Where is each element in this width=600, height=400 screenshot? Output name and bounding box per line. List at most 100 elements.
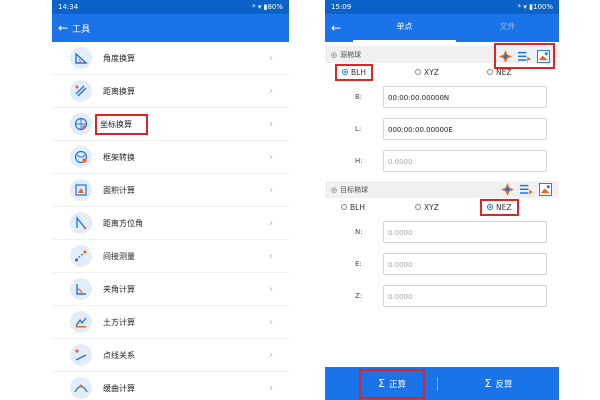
target-field-input[interactable]: 0.0000 bbox=[383, 285, 547, 307]
radio-indicator bbox=[415, 204, 421, 210]
source-radio-nez[interactable]: NEZ bbox=[487, 68, 512, 77]
source-field-label: B: bbox=[355, 93, 363, 101]
tools-list-item-label: 土方计算 bbox=[103, 317, 135, 327]
coordinate-convert-icon bbox=[70, 113, 92, 135]
target-field-input[interactable]: 0.0000 bbox=[383, 221, 547, 243]
source-field-input[interactable]: 00:00:00.00000N bbox=[383, 86, 547, 108]
target-fields: N: 0.0000 E: 0.0000 Z: 0.0000 bbox=[325, 216, 559, 312]
status-time: 14:34 bbox=[58, 3, 79, 11]
bottom-action-bar: Σ 正算 Σ 反算 bbox=[325, 367, 559, 400]
target-field-label: Z: bbox=[355, 292, 363, 300]
source-ellipsoid-header: ◎ 源椭球 bbox=[325, 43, 559, 69]
frame-transform-icon bbox=[70, 146, 92, 168]
source-field-input[interactable]: 0.0000 bbox=[383, 150, 547, 172]
page-title: 工具 bbox=[72, 24, 91, 35]
tools-list-item[interactable]: 缓曲计算 › bbox=[52, 372, 289, 400]
target-radio-blh[interactable]: BLH bbox=[341, 203, 365, 212]
inverse-calc-label: 反算 bbox=[495, 379, 513, 390]
target-radio-nez[interactable]: NEZ bbox=[480, 198, 519, 216]
source-field-label: L: bbox=[355, 125, 362, 133]
target-tools bbox=[498, 178, 555, 200]
tools-list-item[interactable]: 框架转换 › bbox=[52, 141, 289, 174]
tools-list-item-label: 距离方位角 bbox=[103, 218, 143, 228]
source-field-row: L: 000:00:00.00000E bbox=[325, 113, 559, 145]
radio-label: XYZ bbox=[424, 202, 439, 212]
angle-convert-icon bbox=[70, 47, 92, 69]
tools-list-item[interactable]: 点线关系 › bbox=[52, 339, 289, 372]
tab-single-point[interactable]: 单点 bbox=[353, 14, 456, 42]
area-calc-icon bbox=[70, 179, 92, 201]
chevron-right-icon: › bbox=[269, 382, 273, 394]
source-field-label: H: bbox=[355, 157, 363, 165]
target-radio-xyz[interactable]: XYZ bbox=[415, 203, 439, 212]
chevron-right-icon: › bbox=[269, 283, 273, 295]
source-fields: B: 00:00:00.00000N L: 000:00:00.00000E H: 0.0… bbox=[325, 81, 559, 177]
tools-list-item[interactable]: 距离方位角 › bbox=[52, 207, 289, 240]
chevron-right-icon: › bbox=[269, 118, 273, 130]
tools-list-item-label: 间接测量 bbox=[103, 251, 135, 261]
map-select-icon[interactable] bbox=[539, 182, 552, 196]
target-field-input[interactable]: 0.0000 bbox=[383, 253, 547, 275]
source-radio-blh[interactable]: BLH bbox=[335, 63, 373, 81]
radio-label: XYZ bbox=[424, 67, 439, 77]
coordinate-convert-screen: 15:09 * ▾ ▮100% ← 单点 文件 ◎ 源椭球 BLH XYZ NE… bbox=[325, 0, 559, 400]
tab-file[interactable]: 文件 bbox=[456, 14, 559, 42]
forward-calc-label: 正算 bbox=[388, 379, 406, 390]
tools-list-item[interactable]: 间接测量 › bbox=[52, 240, 289, 273]
app-bar: ← 工具 bbox=[52, 14, 289, 42]
tools-list-item[interactable]: 土方计算 › bbox=[52, 306, 289, 339]
forward-calc-button[interactable]: Σ 正算 bbox=[359, 368, 425, 399]
radio-selected-indicator bbox=[342, 69, 348, 75]
map-select-icon[interactable] bbox=[537, 49, 550, 63]
status-bar: 14:34 * ▾ ▮80% bbox=[52, 0, 289, 14]
target-field-label: E: bbox=[355, 260, 362, 268]
target-format-group: BLH XYZ NEZ bbox=[325, 198, 559, 216]
inverse-sigma-icon: Σ bbox=[484, 377, 492, 390]
source-format-group: BLH XYZ NEZ bbox=[325, 63, 559, 81]
tools-list-item[interactable]: 夹角计算 › bbox=[52, 273, 289, 306]
source-field-row: H: 0.0000 bbox=[325, 145, 559, 177]
compass-icon[interactable] bbox=[501, 182, 514, 196]
point-list-icon[interactable] bbox=[518, 50, 531, 63]
chevron-right-icon: › bbox=[269, 349, 273, 361]
point-list-icon[interactable] bbox=[520, 183, 533, 196]
status-time: 15:09 bbox=[331, 3, 352, 11]
tools-list-item-label: 缓曲计算 bbox=[103, 383, 135, 393]
source-field-input[interactable]: 000:00:00.00000E bbox=[383, 118, 547, 140]
tools-list-item-label: 距离换算 bbox=[103, 86, 135, 96]
ellipsoid-icon: ◎ bbox=[331, 50, 338, 59]
inverse-calc-button[interactable]: Σ 反算 bbox=[438, 367, 559, 400]
status-indicators: * ▾ ▮80% bbox=[252, 3, 283, 11]
target-field-label: N: bbox=[355, 228, 363, 236]
ellipsoid-icon: ◎ bbox=[331, 185, 338, 194]
radio-label: NEZ bbox=[496, 202, 512, 212]
tools-list: 角度换算 › 距离换算 › 坐标换算 › 框架转换 › 面积计算 › 距离方位角 › 间接测量 › 夹角计算… bbox=[52, 42, 289, 400]
compass-icon[interactable] bbox=[499, 49, 512, 63]
radio-indicator bbox=[341, 204, 347, 210]
back-arrow-icon[interactable]: ← bbox=[325, 21, 353, 35]
curve-calc-icon bbox=[70, 377, 92, 399]
source-radio-xyz[interactable]: XYZ bbox=[415, 68, 439, 77]
tools-list-item-label: 框架转换 bbox=[103, 152, 135, 162]
included-angle-icon bbox=[70, 278, 92, 300]
source-ellipsoid-title: 源椭球 bbox=[340, 50, 362, 59]
point-line-icon bbox=[70, 344, 92, 366]
tools-list-item-label: 面积计算 bbox=[103, 185, 135, 195]
status-indicators: * ▾ ▮100% bbox=[517, 3, 553, 11]
chevron-right-icon: › bbox=[269, 52, 273, 64]
earthwork-icon bbox=[70, 311, 92, 333]
chevron-right-icon: › bbox=[269, 316, 273, 328]
tools-list-item[interactable]: 角度换算 › bbox=[52, 42, 289, 75]
source-field-row: B: 00:00:00.00000N bbox=[325, 81, 559, 113]
tools-list-item[interactable]: 面积计算 › bbox=[52, 174, 289, 207]
chevron-right-icon: › bbox=[269, 184, 273, 196]
chevron-right-icon: › bbox=[269, 151, 273, 163]
chevron-right-icon: › bbox=[269, 217, 273, 229]
tools-list-item[interactable]: 坐标换算 › bbox=[52, 108, 289, 141]
indirect-measure-icon bbox=[70, 245, 92, 267]
back-arrow-icon[interactable]: ← bbox=[58, 21, 68, 35]
status-bar: 15:09 * ▾ ▮100% bbox=[325, 0, 559, 14]
radio-indicator bbox=[487, 69, 493, 75]
tools-list-item-label: 角度换算 bbox=[103, 53, 135, 63]
tools-list-item[interactable]: 距离换算 › bbox=[52, 75, 289, 108]
